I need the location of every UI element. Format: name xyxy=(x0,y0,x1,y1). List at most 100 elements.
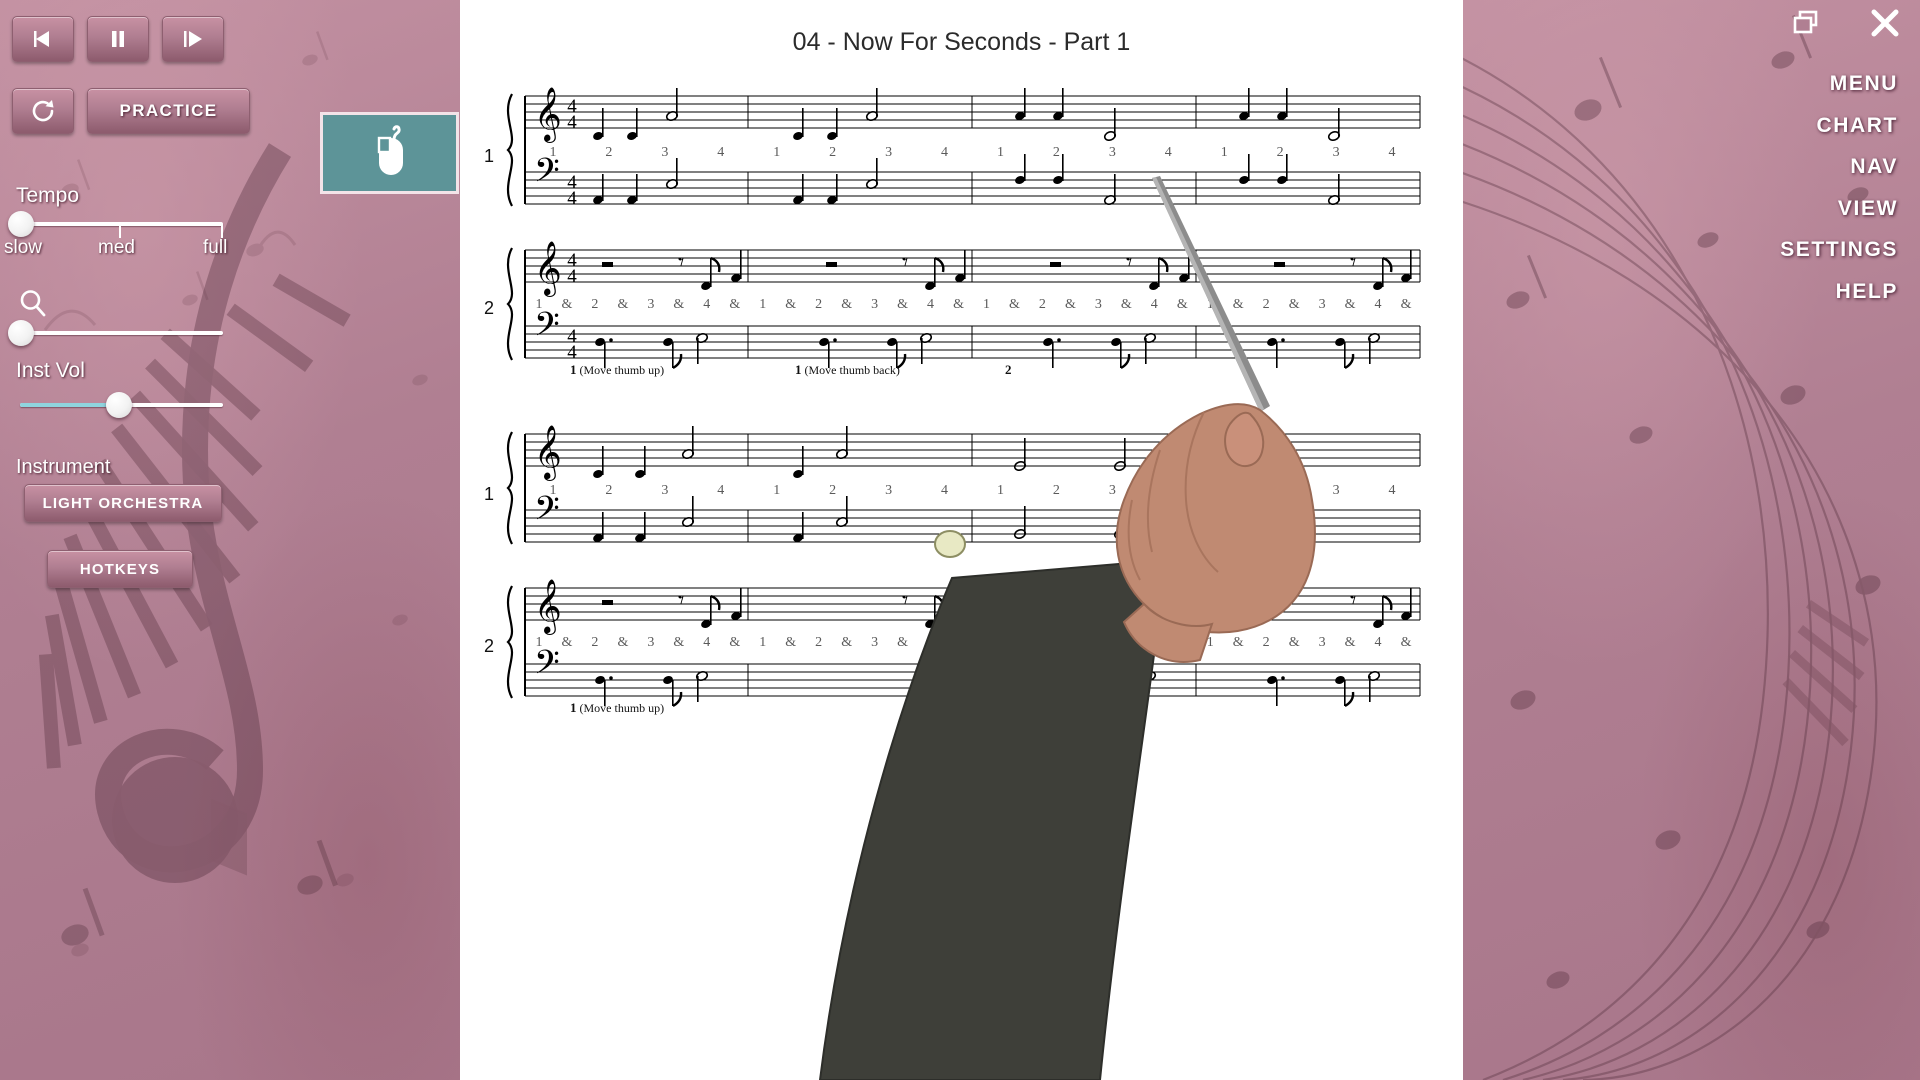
beat-count: 2 xyxy=(591,297,599,312)
beat-count: 2 xyxy=(1038,297,1046,312)
beat-count: & xyxy=(1120,635,1132,650)
beat-count-row: 1 & 2 & 3 & 4 & 1 & 2 & 3 & 4 & 1 & 2 & 3 & 4 & 1 & 2 & 3 & 4 & xyxy=(525,297,1420,313)
beat-count: 3 xyxy=(1332,483,1340,498)
beat-count: & xyxy=(729,635,741,650)
beat-count: 3 xyxy=(647,635,655,650)
close-icon xyxy=(1871,9,1899,37)
practice-button[interactable]: PRACTICE xyxy=(87,88,250,134)
beat-count: 4 xyxy=(941,145,949,160)
beat-count: & xyxy=(617,635,629,650)
beat-count: 2 xyxy=(1052,483,1060,498)
menu-item-menu[interactable]: MENU xyxy=(1830,68,1898,100)
menu-item-settings[interactable]: SETTINGS xyxy=(1780,234,1898,266)
beat-count: 4 xyxy=(1388,483,1396,498)
beat-count-row: 1 2 3 4 1 2 3 4 1 2 3 4 1 2 3 4 xyxy=(525,483,1420,499)
beat-count: & xyxy=(1288,297,1300,312)
sheet-music-view[interactable]: 04 - Now For Seconds - Part 1 1 𝄞 𝄢 4 4 … xyxy=(460,0,1463,1080)
beat-count: 2 xyxy=(815,635,823,650)
restore-window-button[interactable]: restore xyxy=(1792,9,1820,42)
beat-count: & xyxy=(673,297,685,312)
beat-count: 1 xyxy=(996,145,1004,160)
beat-count: & xyxy=(953,297,964,312)
beat-count-row: 1 2 3 4 1 2 3 4 1 2 3 4 1 2 3 4 xyxy=(525,145,1420,161)
beat-count: 4 xyxy=(1374,635,1382,650)
beat-count: & xyxy=(1064,297,1076,312)
svg-text:𝄾: 𝄾 xyxy=(1350,588,1356,614)
beat-count: 2 xyxy=(1276,145,1284,160)
beat-count: & xyxy=(1064,635,1076,650)
tempo-tick-label-med: med xyxy=(98,237,135,258)
instrument-select-button[interactable]: LIGHT ORCHESTRA xyxy=(24,484,222,522)
beat-count: 2 xyxy=(591,635,599,650)
beat-count: & xyxy=(785,297,797,312)
beat-count: & xyxy=(897,635,909,650)
beat-count: 3 xyxy=(1094,635,1102,650)
restart-button[interactable]: restart xyxy=(12,88,74,134)
beat-count: & xyxy=(1400,635,1412,650)
mouse-icon xyxy=(377,125,403,175)
svg-text:𝄾: 𝄾 xyxy=(1126,588,1132,614)
beat-count: 2 xyxy=(605,145,613,160)
menu-item-nav[interactable]: NAV xyxy=(1850,151,1898,183)
fingering-annotation: 2 xyxy=(1005,362,1012,377)
beat-count: 1 xyxy=(759,297,767,312)
beat-count: 3 xyxy=(885,483,893,498)
beat-count: 1 xyxy=(535,635,543,650)
beat-count: & xyxy=(1344,635,1356,650)
beat-count: 1 xyxy=(759,635,767,650)
instrument-volume-fill xyxy=(20,403,118,407)
tempo-slider-track[interactable] xyxy=(20,222,223,226)
svg-text:4: 4 xyxy=(567,266,577,287)
step-back-button[interactable]: step-back xyxy=(12,16,74,62)
beat-count: 4 xyxy=(1164,483,1172,498)
tempo-slider-handle[interactable] xyxy=(8,211,34,237)
beat-count: 4 xyxy=(1150,297,1158,312)
svg-text:𝄞: 𝄞 xyxy=(534,241,562,298)
step-forward-button[interactable]: step-forward xyxy=(162,16,224,62)
svg-text:𝄞: 𝄞 xyxy=(534,87,562,144)
beat-count: & xyxy=(1176,635,1188,650)
beat-count: 1 xyxy=(773,483,781,498)
svg-text:𝄾: 𝄾 xyxy=(902,250,908,276)
svg-text:𝄾: 𝄾 xyxy=(1350,250,1356,276)
beat-count: & xyxy=(841,297,853,312)
beat-count: 2 xyxy=(829,483,837,498)
step-forward-icon xyxy=(184,31,202,47)
beat-count: 3 xyxy=(1318,635,1326,650)
step-back-icon xyxy=(34,31,49,47)
restart-icon xyxy=(32,100,54,122)
beat-count: 4 xyxy=(717,145,725,160)
tempo-tick-label-full: full xyxy=(203,237,228,258)
transport-controls: step-back pause step-forward xyxy=(12,16,224,62)
zoom-slider-track[interactable] xyxy=(20,331,223,335)
beat-count: & xyxy=(785,635,797,650)
hotkeys-button[interactable]: HOTKEYS xyxy=(47,550,193,588)
beat-count: 1 xyxy=(549,145,557,160)
beat-count: 1 xyxy=(549,483,557,498)
tempo-tick-label-slow: slow xyxy=(4,237,43,258)
close-window-button[interactable]: close xyxy=(1870,8,1900,43)
instrument-volume-handle[interactable] xyxy=(106,392,132,418)
staff-system-2: 2 𝄞 𝄢 4 4 4 4 𝄾 𝄾 𝄾 𝄾 1 & 2 & 3 & 4 & 1 … xyxy=(460,240,1463,377)
beat-count: 4 xyxy=(927,635,935,650)
beat-count: & xyxy=(1009,635,1020,650)
menu-item-chart[interactable]: CHART xyxy=(1817,110,1899,142)
fingering-annotation: 1 (Move thumb back) xyxy=(795,362,900,377)
beat-count: 2 xyxy=(1262,297,1270,312)
staff-system-1: 1 𝄞 𝄢 4 4 4 4 1 2 3 4 1 2 3 4 1 2 3 4 1 … xyxy=(460,86,1463,209)
instrument-volume-label: Inst Vol xyxy=(16,359,85,382)
svg-text:𝄾: 𝄾 xyxy=(678,250,684,276)
beat-count: & xyxy=(953,635,964,650)
beat-count: 4 xyxy=(703,635,711,650)
beat-count: 3 xyxy=(1318,297,1326,312)
menu-item-view[interactable]: VIEW xyxy=(1838,193,1898,225)
input-mode-mouse-panel[interactable]: mouse-icon xyxy=(320,112,459,194)
svg-text:𝄾: 𝄾 xyxy=(678,588,684,614)
beat-count: & xyxy=(561,297,573,312)
beat-count: 3 xyxy=(871,635,879,650)
pause-button[interactable]: pause xyxy=(87,16,149,62)
svg-text:4: 4 xyxy=(567,188,577,209)
beat-count: 2 xyxy=(829,145,837,160)
zoom-slider-handle[interactable] xyxy=(8,320,34,346)
menu-item-help[interactable]: HELP xyxy=(1836,276,1898,308)
